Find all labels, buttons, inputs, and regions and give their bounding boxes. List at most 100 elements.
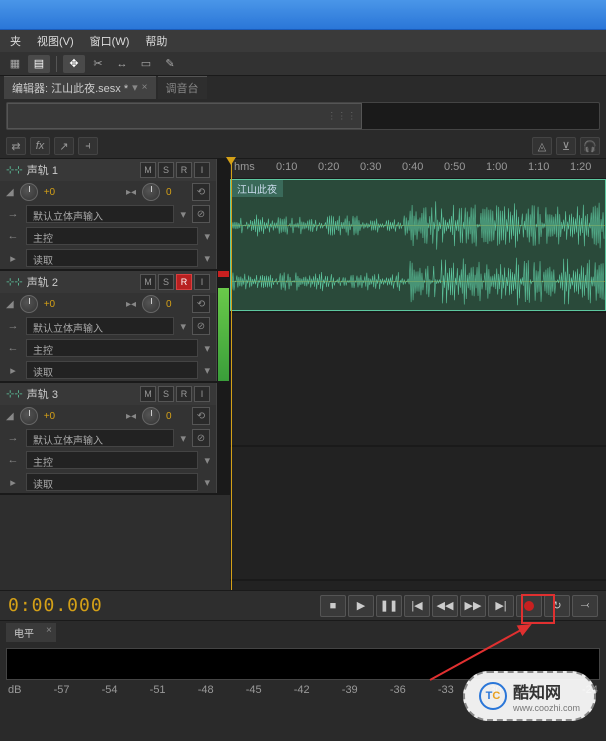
fx-icon[interactable]: fx [30, 137, 50, 155]
pan-value[interactable]: 0 [166, 187, 186, 198]
time-ruler[interactable]: hms0:100:200:300:400:501:001:101:20 [230, 159, 606, 179]
automation-mode-select[interactable]: 读取 [26, 473, 198, 491]
track-i-button[interactable]: I [194, 274, 210, 290]
levels-tab[interactable]: 电平 × [0, 621, 606, 644]
menu-window[interactable]: 窗口(W) [84, 31, 136, 51]
tool-move-icon[interactable]: ✥ [63, 55, 85, 73]
loop-playback-button[interactable]: ↻ [544, 595, 570, 617]
record-button[interactable] [516, 595, 542, 617]
tab-mixer[interactable]: 调音台 [158, 76, 207, 99]
input-arrow-icon[interactable]: → [6, 431, 20, 445]
track-name-label[interactable]: 声轨 2 [27, 274, 136, 290]
tool-select-icon[interactable]: ▭ [135, 55, 157, 73]
eq-icon[interactable]: ⫞ [78, 137, 98, 155]
track-lane[interactable]: 江山此夜 [230, 179, 606, 313]
track-m-button[interactable]: M [140, 162, 156, 178]
overview-scrollbar[interactable]: ⋮⋮⋮ [6, 102, 600, 130]
audio-clip[interactable]: 江山此夜 [230, 179, 606, 311]
automation-mode-select[interactable]: 读取 [26, 249, 198, 267]
track-r-button[interactable]: R [176, 274, 192, 290]
pan-knob[interactable] [142, 295, 160, 313]
track-fx-button[interactable]: ⟲ [192, 407, 210, 425]
chevron-down-icon[interactable]: ▾ [204, 476, 210, 489]
track-output-select[interactable]: 主控 [26, 339, 198, 357]
chevron-down-icon[interactable]: ▾ [180, 320, 186, 333]
input-monitor-button[interactable]: ⊘ [192, 429, 210, 447]
pan-knob[interactable] [142, 183, 160, 201]
chevron-down-icon[interactable]: ▾ [180, 432, 186, 445]
track-output-select[interactable]: 主控 [26, 227, 198, 245]
track-fx-button[interactable]: ⟲ [192, 183, 210, 201]
pan-value[interactable]: 0 [166, 411, 186, 422]
track-r-button[interactable]: R [176, 162, 192, 178]
track-s-button[interactable]: S [158, 386, 174, 402]
chevron-down-icon[interactable]: ▾ [204, 342, 210, 355]
track-m-button[interactable]: M [140, 274, 156, 290]
tool-razor-icon[interactable]: ✂ [87, 55, 109, 73]
chevron-down-icon[interactable]: ▾ [204, 230, 210, 243]
output-arrow-icon[interactable]: ← [6, 341, 20, 355]
input-arrow-icon[interactable]: → [6, 319, 20, 333]
send-icon[interactable]: ↗ [54, 137, 74, 155]
output-arrow-icon[interactable]: ← [6, 453, 20, 467]
go-end-button[interactable]: ▶| [488, 595, 514, 617]
track-m-button[interactable]: M [140, 386, 156, 402]
track-r-button[interactable]: R [176, 386, 192, 402]
tool-waveform-icon[interactable]: ▦ [4, 55, 26, 73]
input-monitor-button[interactable]: ⊘ [192, 317, 210, 335]
track-i-button[interactable]: I [194, 386, 210, 402]
pause-button[interactable]: ❚❚ [376, 595, 402, 617]
volume-value[interactable]: +0 [44, 411, 64, 422]
tab-editor[interactable]: 编辑器: 江山此夜.sesx * ▾ × [4, 76, 156, 99]
tab-dropdown-icon[interactable]: ▾ [132, 81, 138, 94]
track-input-select[interactable]: 默认立体声输入 [26, 429, 174, 447]
track-s-button[interactable]: S [158, 162, 174, 178]
skip-selection-button[interactable]: ⤙ [572, 595, 598, 617]
chevron-down-icon[interactable]: ▾ [204, 364, 210, 377]
play-button[interactable]: ▶ [348, 595, 374, 617]
tool-multitrack-icon[interactable]: ▤ [28, 55, 50, 73]
track-s-button[interactable]: S [158, 274, 174, 290]
scrollbar-thumb[interactable]: ⋮⋮⋮ [7, 103, 362, 129]
expand-icon[interactable]: ▸ [6, 251, 20, 265]
chevron-down-icon[interactable]: ▾ [204, 252, 210, 265]
input-arrow-icon[interactable]: → [6, 207, 20, 221]
menu-help[interactable]: 帮助 [139, 31, 173, 51]
output-arrow-icon[interactable]: ← [6, 229, 20, 243]
track-input-select[interactable]: 默认立体声输入 [26, 317, 174, 335]
close-icon[interactable]: × [42, 623, 56, 642]
playhead[interactable] [231, 159, 232, 590]
track-name-label[interactable]: 声轨 1 [27, 162, 136, 178]
expand-icon[interactable]: ▸ [6, 475, 20, 489]
volume-value[interactable]: +0 [44, 187, 64, 198]
track-lane[interactable] [230, 447, 606, 581]
track-fx-button[interactable]: ⟲ [192, 295, 210, 313]
loop-icon[interactable]: ⇄ [6, 137, 26, 155]
volume-knob[interactable] [20, 407, 38, 425]
timecode-display[interactable]: 0:00.000 [8, 595, 103, 616]
input-monitor-button[interactable]: ⊘ [192, 205, 210, 223]
stop-button[interactable]: ■ [320, 595, 346, 617]
pan-value[interactable]: 0 [166, 299, 186, 310]
playhead-marker-icon[interactable] [226, 157, 236, 165]
fast-forward-button[interactable]: ▶▶ [460, 595, 486, 617]
track-i-button[interactable]: I [194, 162, 210, 178]
automation-mode-select[interactable]: 读取 [26, 361, 198, 379]
chevron-down-icon[interactable]: ▾ [180, 208, 186, 221]
menu-folder[interactable]: 夹 [4, 31, 27, 51]
track-output-select[interactable]: 主控 [26, 451, 198, 469]
metronome-icon[interactable]: ◬ [532, 137, 552, 155]
menu-view[interactable]: 视图(V) [31, 31, 80, 51]
volume-knob[interactable] [20, 183, 38, 201]
tool-slip-icon[interactable]: ↔ [111, 55, 133, 73]
track-input-select[interactable]: 默认立体声输入 [26, 205, 174, 223]
pan-knob[interactable] [142, 407, 160, 425]
chevron-down-icon[interactable]: ▾ [204, 454, 210, 467]
expand-icon[interactable]: ▸ [6, 363, 20, 377]
rewind-button[interactable]: ◀◀ [432, 595, 458, 617]
volume-knob[interactable] [20, 295, 38, 313]
go-start-button[interactable]: |◀ [404, 595, 430, 617]
close-icon[interactable]: × [142, 82, 148, 93]
tool-brush-icon[interactable]: ✎ [159, 55, 181, 73]
track-name-label[interactable]: 声轨 3 [27, 386, 136, 402]
